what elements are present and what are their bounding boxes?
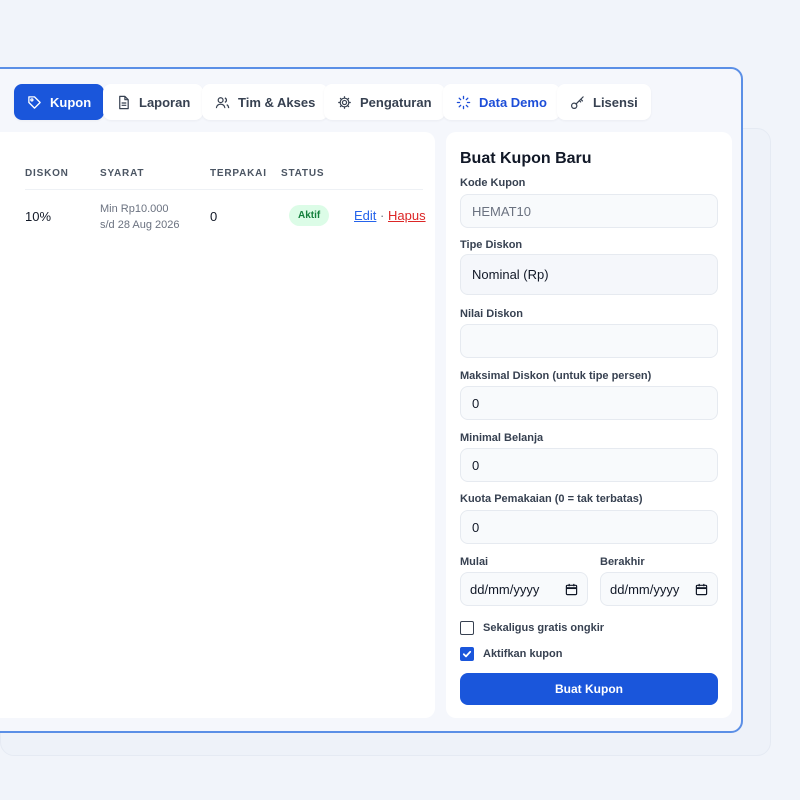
end-date-input[interactable]: dd/mm/yyyy [600, 572, 718, 606]
end-date-label: Berakhir [600, 556, 645, 568]
start-date-value: dd/mm/yyyy [470, 581, 540, 597]
calendar-icon [565, 583, 578, 595]
tab-label: Pengaturan [360, 94, 432, 110]
tab-pengaturan[interactable]: Pengaturan [324, 84, 445, 120]
min-purchase-label: Minimal Belanja [460, 432, 544, 444]
free-shipping-option[interactable]: Sekaligus gratis ongkir [460, 621, 604, 635]
column-header-used: TERPAKAI [210, 168, 267, 179]
document-icon [119, 95, 129, 109]
calendar-icon [695, 583, 708, 595]
tab-label: Laporan [139, 94, 191, 110]
column-header-discount: DISKON [25, 168, 69, 179]
free-shipping-label: Sekaligus gratis ongkir [483, 622, 605, 634]
action-separator: · [380, 208, 385, 223]
used-cell: 0 [210, 209, 218, 224]
activate-coupon-option[interactable]: Aktifkan kupon [460, 647, 562, 661]
start-date-input[interactable]: dd/mm/yyyy [460, 572, 588, 606]
discount-value-label: Nilai Diskon [460, 308, 523, 320]
discount-type-label: Tipe Diskon [460, 239, 523, 251]
activate-coupon-label: Aktifkan kupon [483, 648, 563, 660]
users-icon [215, 96, 230, 108]
tab-label: Lisensi [593, 94, 638, 110]
activate-coupon-checkbox[interactable] [460, 647, 474, 661]
header-divider [25, 189, 423, 190]
max-discount-input[interactable]: 0 [460, 386, 718, 420]
tab-label: Kupon [50, 94, 92, 110]
coupon-list-panel: DISKON SYARAT TERPAKAI STATUS 10% Min Rp… [0, 132, 435, 718]
quota-label: Kuota Pemakaian (0 = tak terbatas) [460, 493, 643, 505]
status-badge: Aktif [289, 205, 330, 226]
form-title: Buat Kupon Baru [460, 150, 592, 167]
loader-icon [456, 95, 471, 109]
tab-label: Data Demo [479, 94, 547, 110]
free-shipping-checkbox[interactable] [460, 621, 474, 635]
min-purchase-input[interactable]: 0 [460, 448, 718, 482]
max-discount-label: Maksimal Diskon (untuk tipe persen) [460, 370, 652, 382]
tab-data-demo[interactable]: Data Demo [443, 84, 560, 120]
terms-min-cell: Min Rp10.000 [100, 203, 169, 215]
tag-icon [28, 95, 41, 109]
create-coupon-button[interactable]: Buat Kupon [460, 673, 718, 705]
tab-lisensi[interactable]: Lisensi [557, 84, 651, 120]
column-header-terms: SYARAT [100, 168, 145, 179]
discount-value-input[interactable] [460, 324, 718, 358]
quota-input[interactable]: 0 [460, 510, 718, 544]
tab-kupon[interactable]: Kupon [14, 84, 105, 120]
row-actions: Edit · Hapus [354, 208, 426, 223]
discount-cell: 10% [25, 209, 52, 224]
column-header-status: STATUS [281, 168, 325, 179]
key-icon [570, 95, 584, 109]
end-date-value: dd/mm/yyyy [610, 581, 680, 597]
create-coupon-form: Buat Kupon Baru Kode Kupon HEMAT10 Tipe … [446, 132, 732, 718]
discount-type-select[interactable]: Nominal (Rp) [460, 254, 718, 295]
delete-link[interactable]: Hapus [388, 208, 426, 223]
tab-label: Tim & Akses [238, 94, 316, 110]
start-date-label: Mulai [460, 556, 489, 568]
coupon-code-input[interactable]: HEMAT10 [460, 194, 718, 228]
edit-link[interactable]: Edit [354, 208, 376, 223]
app-window: Kupon Laporan Tim & Akses Pengaturan Dat… [0, 67, 743, 733]
coupon-code-label: Kode Kupon [460, 177, 526, 189]
gear-icon [338, 95, 351, 109]
checkmark-icon [462, 650, 472, 658]
tab-tim-akses[interactable]: Tim & Akses [202, 84, 329, 120]
terms-until-cell: s/d 28 Aug 2026 [100, 219, 180, 231]
tab-laporan[interactable]: Laporan [103, 84, 204, 120]
